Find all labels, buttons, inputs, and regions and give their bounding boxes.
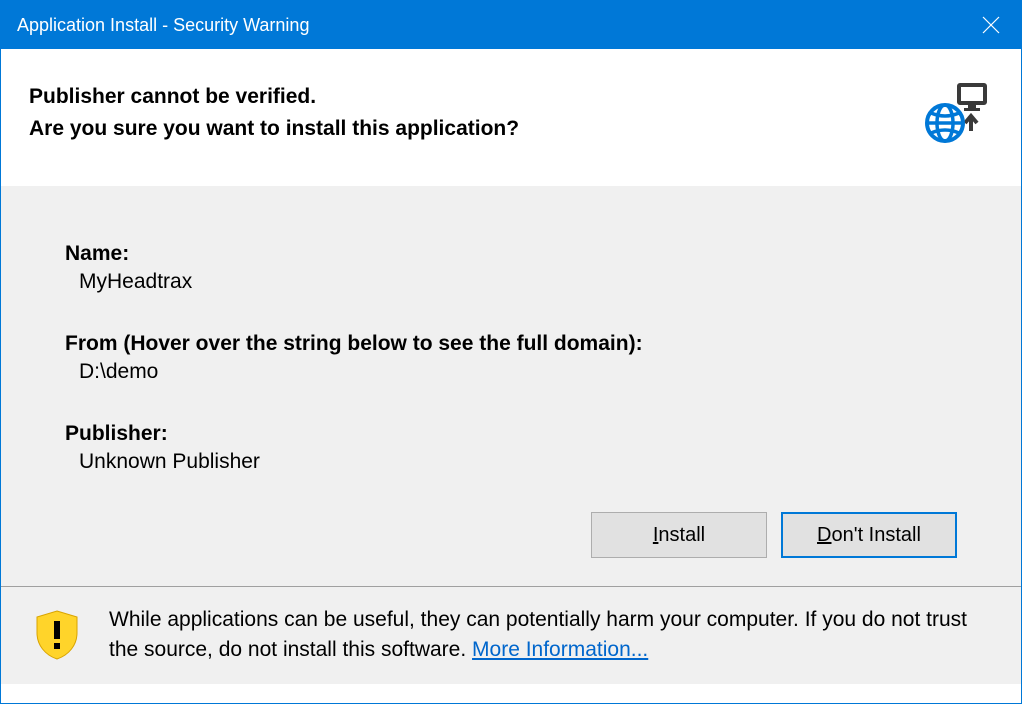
header-line2: Are you sure you want to install this ap… xyxy=(29,113,519,145)
close-button[interactable] xyxy=(961,1,1021,49)
shield-warning-icon xyxy=(29,605,81,666)
more-information-link[interactable]: More Information... xyxy=(472,638,648,661)
from-value: D:\demo xyxy=(65,360,957,384)
header-line1: Publisher cannot be verified. xyxy=(29,81,519,113)
field-publisher: Publisher: Unknown Publisher xyxy=(65,422,957,474)
dont-install-button[interactable]: Don't Install xyxy=(781,512,957,558)
body-section: Name: MyHeadtrax From (Hover over the st… xyxy=(1,186,1021,586)
button-row: Install Don't Install xyxy=(65,512,957,558)
header-text: Publisher cannot be verified. Are you su… xyxy=(29,81,519,144)
field-from: From (Hover over the string below to see… xyxy=(65,332,957,384)
publisher-value: Unknown Publisher xyxy=(65,450,957,474)
titlebar: Application Install - Security Warning xyxy=(1,1,1021,49)
publisher-label: Publisher: xyxy=(65,422,957,446)
install-button[interactable]: Install xyxy=(591,512,767,558)
name-label: Name: xyxy=(65,242,957,266)
field-name: Name: MyHeadtrax xyxy=(65,242,957,294)
close-icon xyxy=(982,16,1000,34)
footer-section: While applications can be useful, they c… xyxy=(1,586,1021,684)
window-title: Application Install - Security Warning xyxy=(17,15,309,36)
header-section: Publisher cannot be verified. Are you su… xyxy=(1,49,1021,186)
from-label: From (Hover over the string below to see… xyxy=(65,332,957,356)
footer-text: While applications can be useful, they c… xyxy=(109,605,993,666)
name-value: MyHeadtrax xyxy=(65,270,957,294)
globe-install-icon xyxy=(925,81,993,150)
